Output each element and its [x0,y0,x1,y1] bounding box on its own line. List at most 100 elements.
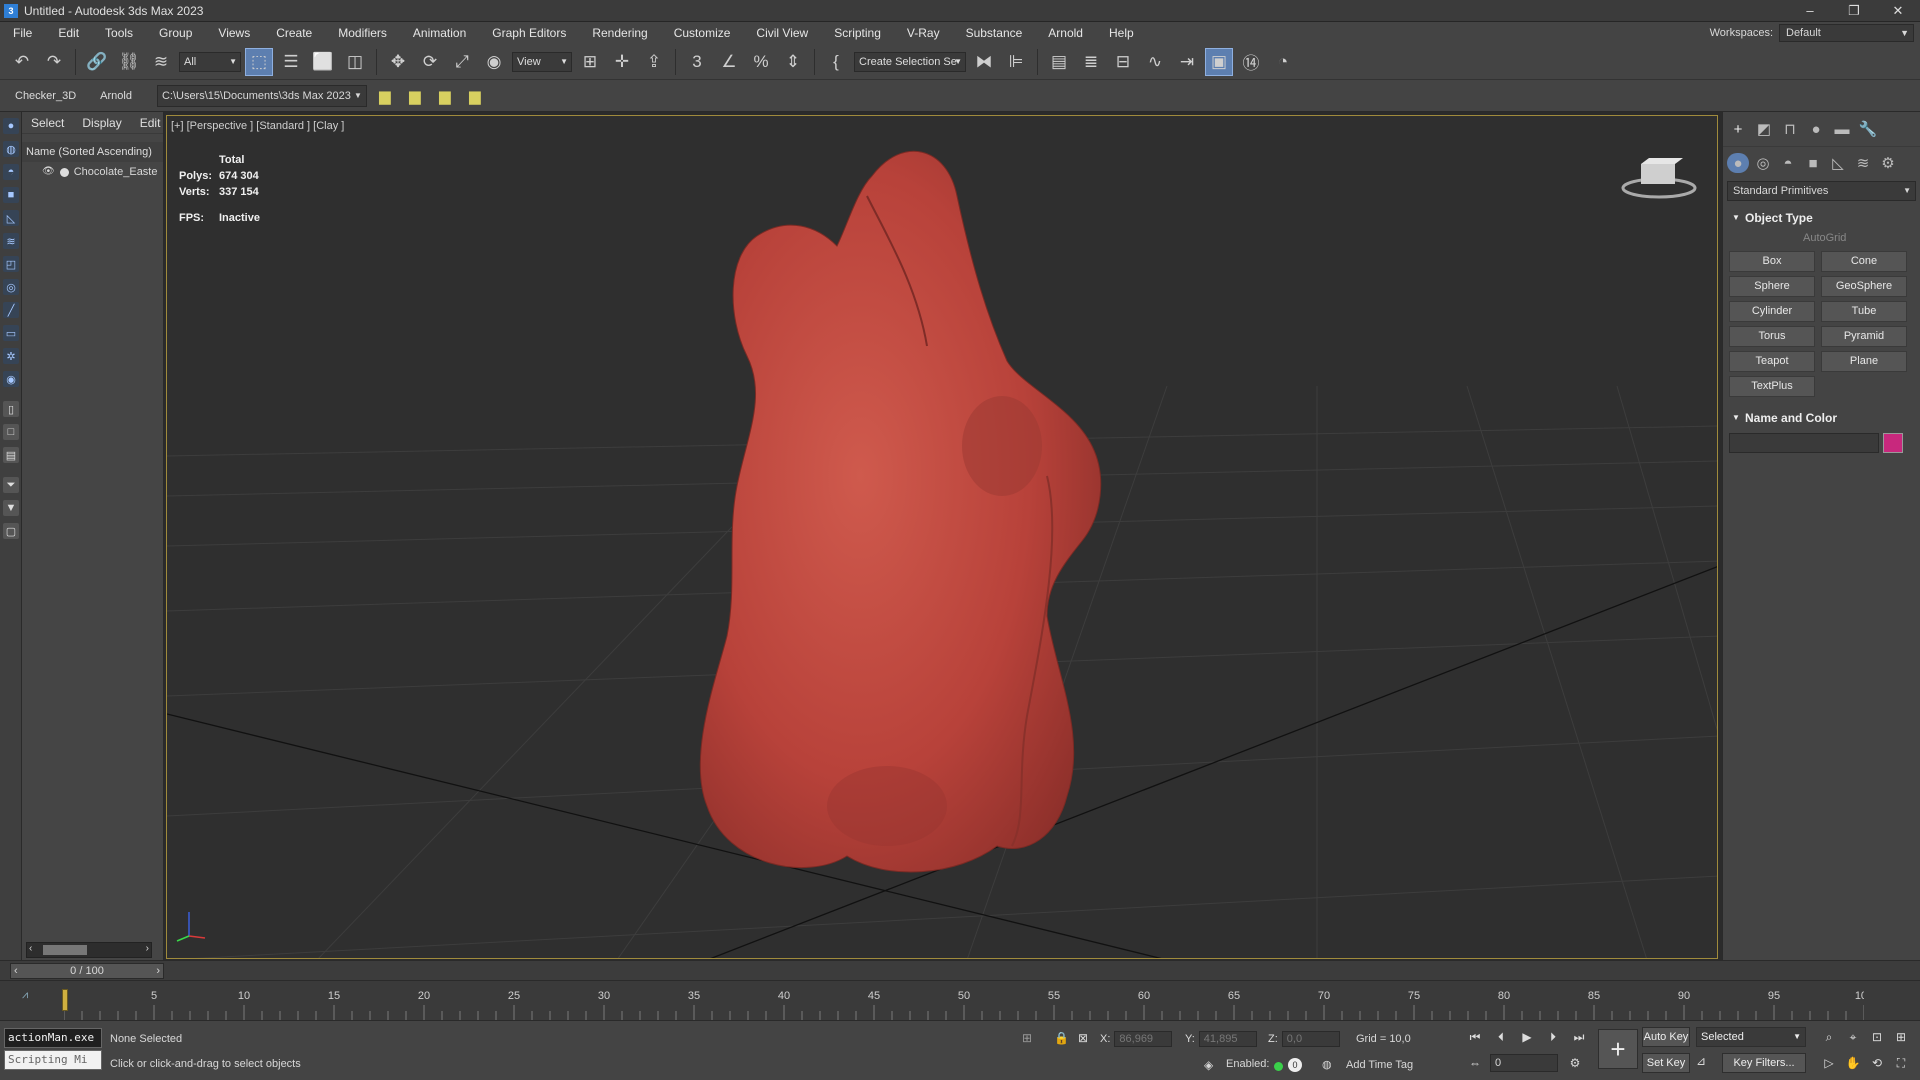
object-color-swatch[interactable] [1883,433,1903,453]
selection-filter-dropdown[interactable]: All ▼ [179,51,241,72]
time-marker[interactable] [62,989,68,1011]
eye-icon[interactable]: 👁 [42,162,55,182]
snaps-toggle-icon[interactable]: 3 [683,48,711,76]
scene-explorer-icon[interactable]: ▤ [1045,48,1073,76]
edit-named-selection-icon[interactable]: { [822,48,850,76]
undo-icon[interactable]: ↶ [8,48,36,76]
display-containers-icon[interactable]: ▭ [3,325,19,341]
cone-button[interactable]: Cone [1821,251,1907,272]
plane-button[interactable]: Plane [1821,351,1907,372]
menu-rendering[interactable]: Rendering [579,22,660,44]
rotate-icon[interactable]: ⟳ [416,48,444,76]
zoom-icon[interactable]: ⌕ [1818,1027,1840,1047]
textplus-button[interactable]: TextPlus [1729,376,1815,397]
pan-view-icon[interactable]: ✋ [1842,1053,1864,1073]
viewcube-icon[interactable] [1619,152,1699,202]
display-helpers-icon[interactable]: ◺ [3,210,19,226]
scroll-thumb[interactable] [43,945,87,955]
zero-badge-icon[interactable]: 0 [1288,1058,1302,1072]
window-crossing-icon[interactable]: ◫ [341,48,369,76]
name-and-color-rollout[interactable]: ▼ Name and Color [1727,409,1916,427]
geometry-category-icon[interactable]: ● [1727,153,1749,173]
display-hidden-icon[interactable]: ◉ [3,371,19,387]
play-icon[interactable]: ▶ [1516,1027,1538,1047]
object-name-field[interactable] [1729,433,1879,453]
named-selection-dropdown[interactable]: Create Selection Se ▼ [854,51,966,72]
funnel-icon[interactable]: ▼ [3,500,19,516]
display-panel-icon[interactable]: ▬ [1831,118,1853,140]
go-to-end-icon[interactable]: ⏭ [1568,1027,1590,1047]
scroll-right-icon[interactable]: › [146,943,149,954]
menu-group[interactable]: Group [146,22,205,44]
display-particles-icon[interactable]: ✲ [3,348,19,364]
menu-substance[interactable]: Substance [953,22,1036,44]
next-frame-icon[interactable]: ⏵ [1542,1027,1564,1047]
cylinder-button[interactable]: Cylinder [1729,301,1815,322]
material-editor-icon[interactable]: ▣ [1205,47,1233,76]
chocolate-bunny-model[interactable] [699,150,1102,873]
zoom-extents-icon[interactable]: ⊡ [1866,1027,1888,1047]
current-frame-field[interactable]: 0 [1490,1054,1558,1072]
display-groups-icon[interactable]: ◰ [3,256,19,272]
zoom-extents-all-icon[interactable]: ⊞ [1890,1027,1912,1047]
scroll-left-icon[interactable]: ‹ [29,943,32,954]
add-time-tag[interactable]: Add Time Tag [1346,1059,1413,1071]
tab-checker-3d[interactable]: Checker_3D [6,83,85,109]
redo-icon[interactable]: ↷ [40,48,68,76]
helpers-category-icon[interactable]: ◺ [1827,153,1849,173]
display-xrefs-icon[interactable]: ◎ [3,279,19,295]
tab-display[interactable]: Display [73,116,130,130]
close-button[interactable]: ✕ [1876,0,1920,22]
display-cameras-icon[interactable]: ■ [3,187,19,203]
link-icon[interactable]: 🔗 [83,48,111,76]
torus-button[interactable]: Torus [1729,326,1815,347]
previous-frame-icon[interactable]: ⏴ [1490,1027,1512,1047]
scale-icon[interactable]: ⤢ [448,48,476,76]
keyboard-shortcut-override-icon[interactable]: ⇪ [640,48,668,76]
coord-y-field[interactable]: 41,895 [1198,1031,1257,1047]
spacewarps-category-icon[interactable]: ≋ [1852,153,1874,173]
isolate-selection-icon[interactable]: ⊞ [1022,1031,1032,1045]
geosphere-button[interactable]: GeoSphere [1821,276,1907,297]
perspective-viewport[interactable]: [+] [Perspective ] [Standard ] [Clay ] T… [166,115,1718,959]
key-mode-toggle-icon[interactable]: ⇔ [1464,1053,1486,1073]
hierarchy-panel-icon[interactable]: ⊓ [1779,118,1801,140]
primitive-category-dropdown[interactable]: Standard Primitives ▼ [1727,181,1916,201]
maximize-viewport-icon[interactable]: ⛶ [1890,1053,1912,1073]
create-panel-icon[interactable]: + [1727,118,1749,140]
tube-button[interactable]: Tube [1821,301,1907,322]
curve-editor-icon[interactable]: ∿ [1141,48,1169,76]
toggle-ribbon-icon[interactable]: ⊟ [1109,48,1137,76]
curve-editor-mini-icon[interactable]: ⩘ [22,989,28,1002]
set-keys-icon[interactable]: + [1598,1029,1638,1069]
tab-select[interactable]: Select [22,116,73,130]
restore-button[interactable]: ❐ [1832,0,1876,22]
project-path-dropdown[interactable]: C:\Users\15\Documents\3ds Max 2023 ▼ [156,84,367,107]
menu-vray[interactable]: V-Ray [894,22,953,44]
lights-category-icon[interactable]: ◓ [1777,153,1799,173]
minimize-button[interactable]: – [1788,0,1832,22]
project-template-icon[interactable]: ▆ [433,84,457,108]
object-type-rollout[interactable]: ▼ Object Type [1727,209,1916,227]
filter-icon[interactable]: ⏷ [3,477,19,493]
track-bar[interactable]: ⩘ 5 10 15 20 25 30 35 40 45 50 55 60 65 70 75 80 85 90 95 1… [0,980,1920,1021]
enabled-status-icon[interactable] [1274,1062,1283,1071]
selection-set-icon[interactable]: ▢ [3,523,19,539]
spinner-snap-icon[interactable]: ⇕ [779,48,807,76]
utilities-panel-icon[interactable]: 🔧 [1857,118,1879,140]
tab-arnold[interactable]: Arnold [91,83,141,109]
menu-views[interactable]: Views [205,22,263,44]
adaptive-degradation-icon[interactable]: ◈ [1204,1058,1213,1072]
project-settings-icon[interactable]: ▆ [463,84,487,108]
unlink-icon[interactable]: ⛓ [115,48,143,76]
layer-explorer-icon[interactable]: ≣ [1077,48,1105,76]
coord-z-field[interactable]: 0,0 [1281,1031,1340,1047]
set-key-button[interactable]: Set Key [1642,1053,1690,1073]
default-in-out-icon[interactable]: ⊿ [1696,1054,1706,1068]
selection-lock-icon[interactable]: 🔒 [1054,1031,1069,1045]
render-setup-icon[interactable]: ⑭ [1237,48,1265,76]
select-manipulate-icon[interactable]: ✛ [608,48,636,76]
time-tag-icon[interactable]: ◍ [1322,1058,1332,1071]
maxscript-listener-output[interactable]: Scripting Mi [4,1050,102,1070]
render-frame-icon[interactable]: ◔ [1269,48,1297,76]
